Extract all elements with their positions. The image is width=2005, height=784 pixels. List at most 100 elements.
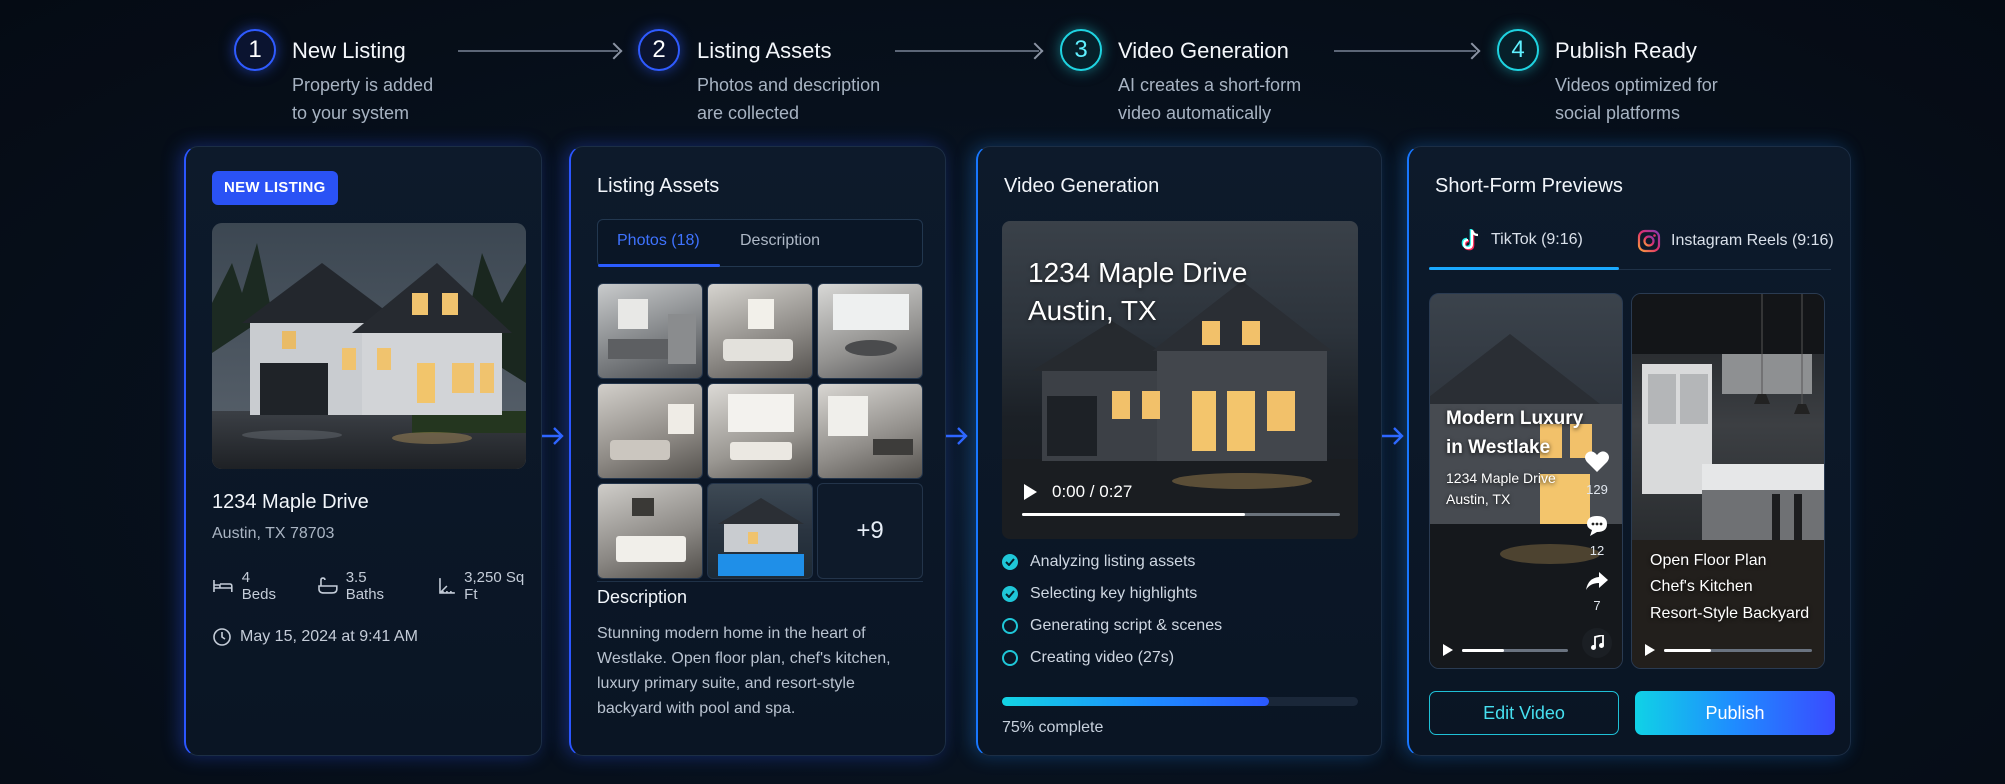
photo-thumbnail[interactable] <box>707 483 813 579</box>
tiktok-subtitle-line1: 1234 Maple Drive <box>1446 470 1556 486</box>
shares-count: 7 <box>1593 598 1601 613</box>
tab-reels-label: Instagram Reels (9:16) <box>1671 232 1834 249</box>
gen-step-3: Generating script & scenes <box>1002 617 1222 635</box>
generation-progress-fill <box>1002 697 1269 706</box>
bed-icon <box>213 580 233 592</box>
edit-video-button[interactable]: Edit Video <box>1429 691 1619 735</box>
photo-thumbnail[interactable] <box>597 483 703 579</box>
description-heading: Description <box>597 587 688 607</box>
chevron-right-icon <box>1382 427 1404 445</box>
tiktok-title-line2: in Westlake <box>1446 437 1551 458</box>
step-1-title: New Listing <box>292 38 406 63</box>
play-icon[interactable] <box>1644 643 1656 657</box>
active-tab-indicator <box>598 264 720 267</box>
instagram-icon <box>1637 229 1661 253</box>
photo-thumbnail[interactable] <box>597 283 703 379</box>
tab-description[interactable]: Description <box>740 232 820 250</box>
beds-count: 4 Beds <box>241 569 276 603</box>
gen-step-label: Analyzing listing assets <box>1030 553 1196 570</box>
step-2-title: Listing Assets <box>697 38 832 63</box>
tab-tiktok-label: TikTok (9:16) <box>1491 231 1583 248</box>
assets-tabs: Photos (18) Description <box>597 219 923 267</box>
step-3-number: 3 <box>1060 29 1102 71</box>
tab-instagram-reels[interactable]: Instagram Reels (9:16) <box>1637 229 1834 253</box>
step-2-desc: Photos and description are collected <box>697 75 881 123</box>
tab-photos[interactable]: Photos (18) <box>617 232 700 250</box>
reels-scrubber-fill <box>1664 649 1712 652</box>
more-photos-button[interactable]: +9 <box>817 483 923 579</box>
reels-caption-line2: Chef's Kitchen <box>1650 578 1753 595</box>
pending-circle-icon <box>1002 618 1018 634</box>
video-generation-title: Video Generation <box>1004 175 1160 197</box>
tiktok-scrubber[interactable] <box>1462 649 1568 652</box>
instagram-reels-preview[interactable]: Open Floor Plan Chef's Kitchen Resort-St… <box>1631 293 1825 669</box>
previews-title: Short-Form Previews <box>1435 175 1623 197</box>
description-text: Stunning modern home in the heart of Wes… <box>597 625 891 717</box>
gen-step-1: Analyzing listing assets <box>1002 553 1195 571</box>
tab-tiktok[interactable]: TikTok (9:16) <box>1461 229 1583 251</box>
house-exterior-image <box>212 223 526 469</box>
step-4-desc: Videos optimized for social platforms <box>1555 75 1718 123</box>
short-form-previews-card: Short-Form Previews TikTok (9:16) Instag… <box>1407 146 1851 756</box>
listing-date-row: May 15, 2024 at 9:41 AM <box>212 627 418 647</box>
video-timestamp: 0:00 / 0:27 <box>1052 482 1133 501</box>
step-arrow-3 <box>1334 50 1476 52</box>
reels-caption-line3: Resort-Style Backyard <box>1650 605 1810 622</box>
reels-caption-line1: Open Floor Plan <box>1650 552 1767 569</box>
clock-icon <box>213 628 231 646</box>
gen-step-label: Generating script & scenes <box>1030 617 1223 634</box>
video-generation-card: Video Generation 1234 Maple Drive Austin… <box>976 146 1382 756</box>
likes-count: 129 <box>1586 482 1608 497</box>
baths-count: 3.5 Baths <box>345 569 385 603</box>
listing-specs: 4 Beds 3.5 Baths 3,250 Sq Ft <box>212 569 541 603</box>
sqft-value: 3,250 Sq Ft <box>464 569 525 603</box>
listing-address: 1234 Maple Drive <box>212 491 369 513</box>
music-disc[interactable] <box>1582 628 1612 658</box>
tiktok-subtitle-line2: Austin, TX <box>1446 491 1511 507</box>
active-tab-indicator <box>1429 267 1619 270</box>
pool-exterior-photo-image <box>718 498 804 576</box>
step-1-desc: Property is added to your system <box>292 75 434 123</box>
step-arrow-2 <box>895 50 1039 52</box>
divider <box>597 581 923 582</box>
comment-icon[interactable] <box>1585 514 1609 538</box>
photo-thumbnail[interactable] <box>707 383 813 479</box>
photo-thumbnail[interactable] <box>817 283 923 379</box>
play-icon[interactable] <box>1442 643 1454 657</box>
breakfast-nook-photo-image <box>828 396 913 455</box>
listing-photo[interactable] <box>212 223 526 469</box>
kitchen-photo-image <box>608 299 696 364</box>
check-icon <box>1002 554 1018 570</box>
reels-scrubber[interactable] <box>1664 649 1812 652</box>
step-2-number: 2 <box>638 29 680 71</box>
step-3-desc: AI creates a short-form video automatica… <box>1118 75 1302 123</box>
step-3-title: Video Generation <box>1118 38 1289 63</box>
tiktok-preview[interactable]: Modern Luxury in Westlake 1234 Maple Dri… <box>1429 293 1623 669</box>
new-listing-card: NEW LISTING 1234 Maple Drive Austin, TX … <box>184 146 542 756</box>
video-overlay-address: 1234 Maple Drive <box>1028 257 1248 288</box>
dining-photo-image <box>833 294 909 356</box>
video-player[interactable]: 1234 Maple Drive Austin, TX 0:00 / 0:27 <box>1002 221 1358 539</box>
video-scrubber-fill <box>1022 513 1245 516</box>
chevron-right-icon <box>946 427 968 445</box>
gen-step-label: Selecting key highlights <box>1030 585 1198 602</box>
play-icon[interactable] <box>1022 483 1038 501</box>
gen-step-4: Creating video (27s) <box>1002 649 1174 667</box>
heart-icon[interactable] <box>1584 450 1610 474</box>
living-room-photo-image <box>723 299 793 361</box>
step-4-number: 4 <box>1497 29 1539 71</box>
listing-assets-title: Listing Assets <box>597 175 720 197</box>
progress-label: 75% complete <box>1002 719 1104 736</box>
publish-button[interactable]: Publish <box>1635 691 1835 735</box>
gen-step-2: Selecting key highlights <box>1002 585 1197 603</box>
video-scrubber[interactable] <box>1022 513 1340 516</box>
tiktok-icon <box>1461 229 1479 251</box>
music-note-icon <box>1591 635 1604 650</box>
share-icon[interactable] <box>1585 570 1609 592</box>
pending-circle-icon <box>1002 650 1018 666</box>
chevron-right-icon <box>542 427 564 445</box>
area-ruler-icon <box>439 578 456 594</box>
photo-thumbnail[interactable] <box>597 383 703 479</box>
photo-thumbnail[interactable] <box>707 283 813 379</box>
photo-thumbnail[interactable] <box>817 383 923 479</box>
